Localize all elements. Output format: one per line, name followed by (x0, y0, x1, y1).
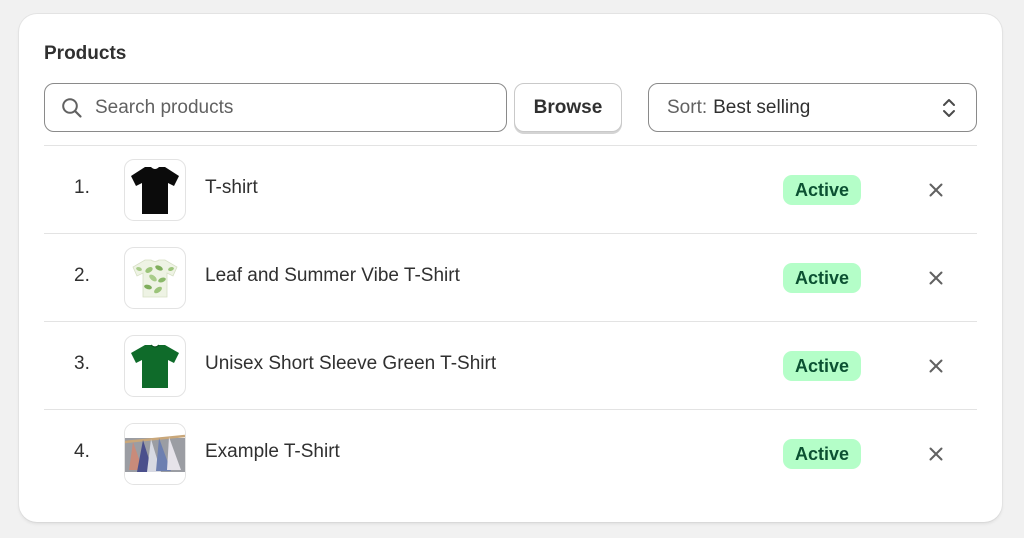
status-badge: Active (783, 439, 862, 469)
status-badge: Active (783, 263, 862, 293)
sort-value: Best selling (713, 96, 811, 118)
product-name[interactable]: Example T-Shirt (205, 441, 340, 463)
row-index: 4. (74, 441, 90, 462)
status-badge: Active (783, 351, 862, 381)
green-tshirt-image (124, 335, 186, 397)
close-icon (929, 183, 943, 197)
product-name[interactable]: T-shirt (205, 177, 258, 199)
remove-button[interactable] (926, 356, 946, 376)
close-icon (929, 447, 943, 461)
search-input[interactable] (95, 96, 475, 119)
search-icon (62, 97, 82, 118)
close-icon (929, 359, 943, 373)
sort-label: Sort: (667, 96, 708, 118)
leaf-tshirt-image (124, 247, 186, 309)
chevron-up-down-icon (943, 99, 955, 117)
remove-button[interactable] (926, 268, 946, 288)
black-tshirt-image (124, 159, 186, 221)
remove-button[interactable] (926, 444, 946, 464)
product-row: 3. Unisex Short Sleeve Green T-Shirt Act… (44, 321, 977, 409)
browse-button[interactable]: Browse (514, 83, 622, 132)
product-name[interactable]: Leaf and Summer Vibe T-Shirt (205, 265, 460, 287)
product-name[interactable]: Unisex Short Sleeve Green T-Shirt (205, 353, 496, 375)
sort-select[interactable]: Sort: Best selling (648, 83, 977, 132)
row-index: 2. (74, 265, 90, 286)
product-list: 1. T-shirt Active 2. Leaf and Summer Vib… (44, 145, 977, 497)
product-row: 4. Example T-Shirt Active (44, 409, 977, 497)
hanging-shirts-image (124, 423, 186, 485)
card-title: Products (44, 43, 127, 64)
status-badge: Active (783, 175, 862, 205)
close-icon (929, 271, 943, 285)
row-index: 1. (74, 177, 90, 198)
search-field[interactable] (44, 83, 507, 132)
remove-button[interactable] (926, 180, 946, 200)
product-row: 2. Leaf and Summer Vibe T-Shirt Active (44, 233, 977, 321)
row-index: 3. (74, 353, 90, 374)
product-row: 1. T-shirt Active (44, 145, 977, 233)
products-card: Products Browse Sort: Best selling 1. T-… (19, 14, 1002, 522)
